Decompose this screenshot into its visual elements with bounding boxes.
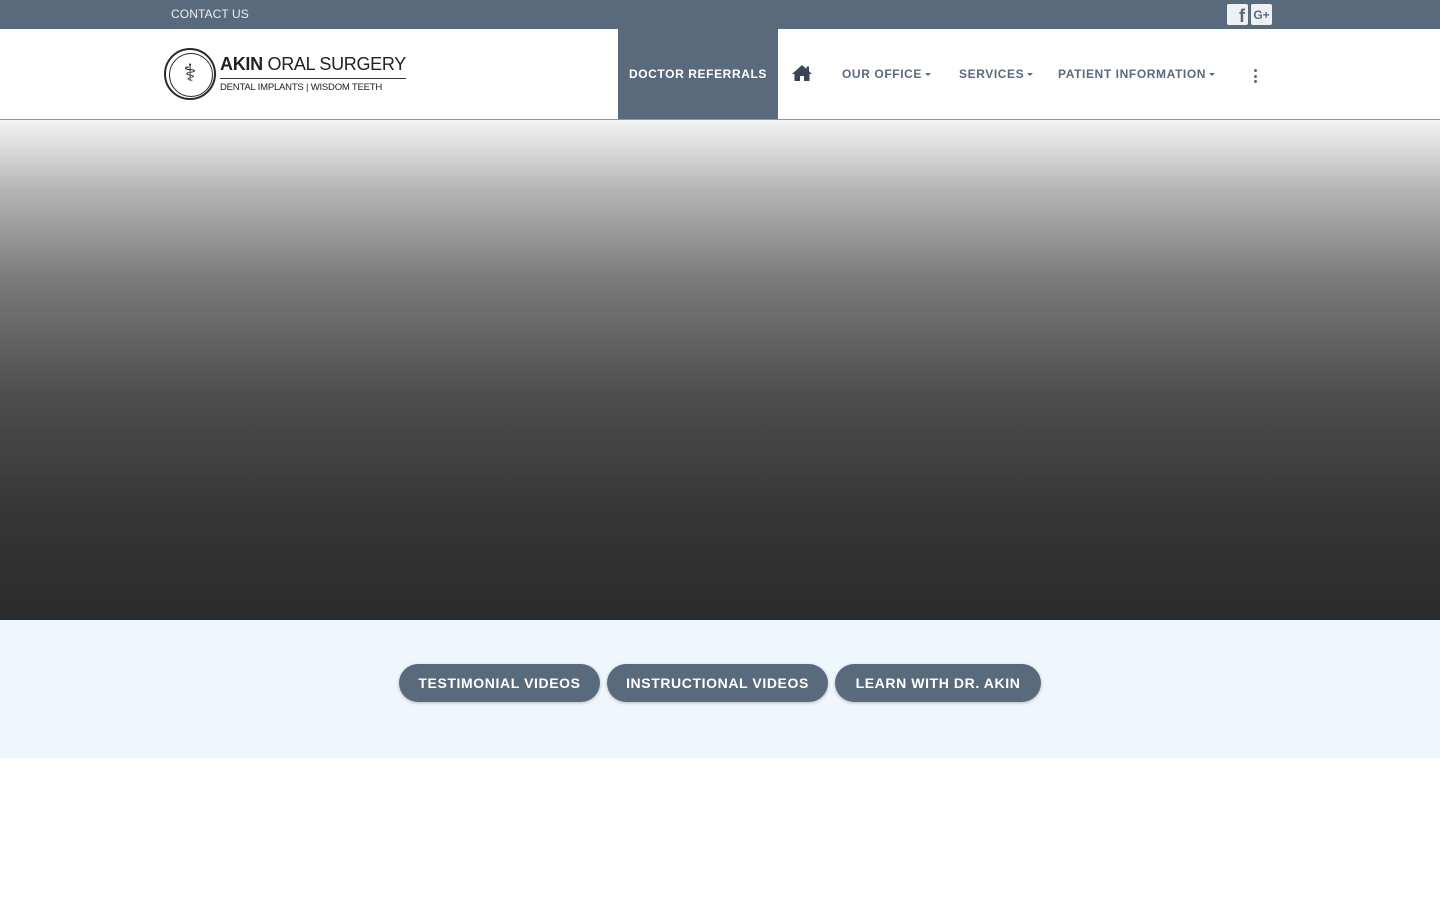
caret-down-icon — [1027, 73, 1034, 77]
google-plus-icon[interactable]: G+ — [1251, 4, 1272, 25]
nav-doctor-referrals[interactable]: DOCTOR REFERRALS — [618, 29, 778, 119]
top-utility-bar: CONTACT US f G+ — [0, 0, 1440, 29]
nav-our-office[interactable]: OUR OFFICE — [842, 67, 931, 81]
more-vertical-icon[interactable] — [1253, 69, 1257, 83]
nav-services[interactable]: SERVICES — [959, 67, 1034, 81]
contact-us-link[interactable]: CONTACT US — [171, 7, 249, 21]
instructional-videos-button[interactable]: INSTRUCTIONAL VIDEOS — [607, 664, 828, 702]
logo-subtitle: DENTAL IMPLANTS | WISDOM TEETH — [220, 78, 406, 95]
caret-down-icon — [1209, 73, 1216, 77]
logo-title: AKIN ORAL SURGERY — [220, 54, 406, 74]
caret-down-icon — [925, 73, 931, 77]
testimonial-videos-button[interactable]: TESTIMONIAL VIDEOS — [399, 664, 600, 702]
video-links-section: TESTIMONIAL VIDEOS INSTRUCTIONAL VIDEOS … — [0, 620, 1440, 758]
facebook-icon[interactable]: f — [1227, 4, 1248, 25]
caduceus-emblem-icon: ⚕ — [164, 48, 216, 100]
home-icon[interactable] — [791, 64, 813, 82]
learn-with-dr-akin-button[interactable]: LEARN WITH DR. AKIN — [835, 664, 1041, 702]
site-logo[interactable]: ⚕ AKIN ORAL SURGERY DENTAL IMPLANTS | WI… — [164, 47, 406, 101]
site-header: ⚕ AKIN ORAL SURGERY DENTAL IMPLANTS | WI… — [0, 29, 1440, 120]
hero-banner — [0, 120, 1440, 620]
nav-patient-information[interactable]: PATIENT INFORMATION — [1058, 67, 1216, 81]
logo-text: AKIN ORAL SURGERY DENTAL IMPLANTS | WISD… — [220, 53, 406, 95]
